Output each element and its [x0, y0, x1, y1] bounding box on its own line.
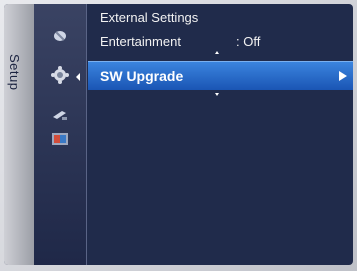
menu-item-sw-upgrade[interactable]: SW Upgrade: [88, 61, 353, 90]
input-icon[interactable]: [50, 107, 70, 125]
icon-column: [34, 4, 86, 265]
menu-item-sw-upgrade-label: SW Upgrade: [100, 68, 184, 84]
tv-frame: Setup External Settings Entertainment: …: [0, 0, 357, 271]
category-tab[interactable]: Setup: [4, 4, 34, 265]
setup-gear-icon[interactable]: [50, 66, 70, 84]
scroll-up-icon: [215, 51, 219, 54]
submenu-arrow-icon: [339, 71, 347, 81]
column-divider: [86, 4, 87, 265]
category-label: Setup: [7, 54, 22, 91]
osd-screen: Setup External Settings Entertainment: …: [4, 4, 353, 265]
scroll-down-icon: [215, 93, 219, 96]
picture-icon[interactable]: [50, 26, 70, 44]
menu-item-external-settings[interactable]: External Settings: [100, 10, 198, 25]
active-pointer-icon: [76, 73, 80, 81]
application-icon[interactable]: [50, 130, 70, 148]
menu-item-entertainment-value: : Off: [236, 34, 261, 49]
menu-item-entertainment[interactable]: Entertainment: [100, 34, 181, 49]
